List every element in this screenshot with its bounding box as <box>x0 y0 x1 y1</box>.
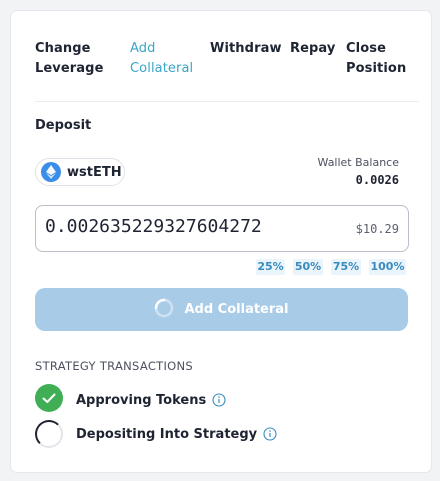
info-icon[interactable] <box>263 427 277 441</box>
position-panel: Change Leverage Add Collateral Withdraw … <box>11 11 431 472</box>
step-approving-tokens: Approving Tokens <box>35 384 226 416</box>
ethereum-icon <box>41 162 61 182</box>
add-collateral-button-label: Add Collateral <box>184 302 289 317</box>
info-icon[interactable] <box>212 393 226 407</box>
step-label: Depositing Into Strategy <box>76 426 258 442</box>
amount-field: $10.29 <box>35 205 409 252</box>
strategy-transactions-heading: STRATEGY TRANSACTIONS <box>35 359 194 373</box>
add-collateral-button[interactable]: Add Collateral <box>35 288 408 331</box>
tab-repay[interactable]: Repay <box>290 39 335 59</box>
tab-add-collateral[interactable]: Add Collateral <box>130 39 193 79</box>
amount-usd-value: $10.29 <box>355 222 399 236</box>
wallet-balance-label: Wallet Balance <box>317 156 399 169</box>
tab-change-leverage[interactable]: Change Leverage <box>35 39 104 79</box>
token-selector[interactable]: wstETH <box>35 158 125 186</box>
percent-50-button[interactable]: 50% <box>293 259 323 275</box>
wallet-balance-value: 0.0026 <box>355 173 399 187</box>
amount-input[interactable] <box>45 216 335 237</box>
spinner-icon <box>154 298 174 322</box>
tab-close-position[interactable]: Close Position <box>346 39 406 79</box>
step-label: Approving Tokens <box>76 392 207 408</box>
spinner-icon <box>35 420 63 448</box>
percent-75-button[interactable]: 75% <box>331 259 361 275</box>
percent-25-button[interactable]: 25% <box>256 259 285 275</box>
deposit-label: Deposit <box>35 118 92 133</box>
tabs-divider <box>35 101 419 102</box>
token-name: wstETH <box>67 164 122 180</box>
checkmark-icon <box>35 384 63 416</box>
step-depositing-into-strategy: Depositing Into Strategy <box>35 420 277 448</box>
percent-100-button[interactable]: 100% <box>369 259 406 275</box>
tab-withdraw[interactable]: Withdraw <box>210 39 282 59</box>
